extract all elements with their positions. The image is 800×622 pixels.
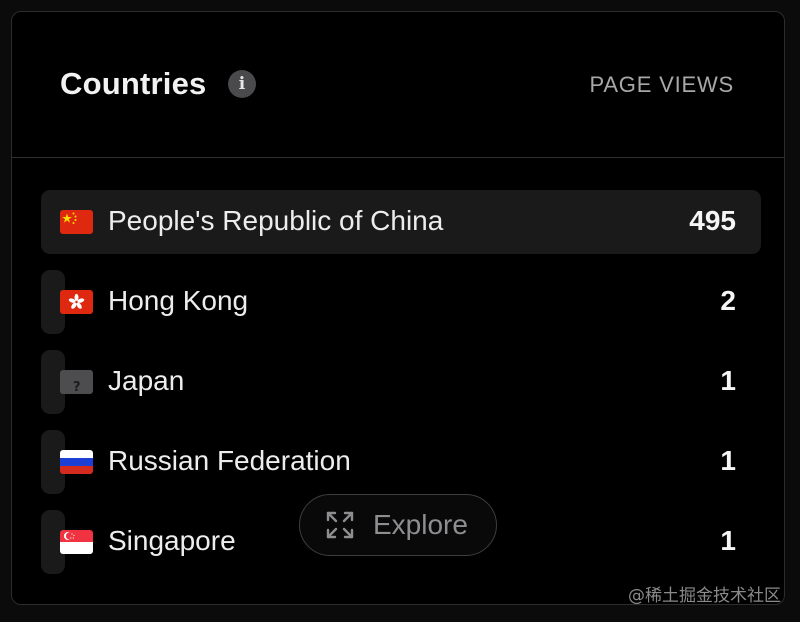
explore-button[interactable]: Explore bbox=[299, 494, 497, 556]
info-icon[interactable]: i bbox=[228, 70, 256, 98]
flag-hong-kong-icon bbox=[60, 290, 93, 314]
flag-singapore-icon bbox=[60, 530, 93, 554]
explore-label: Explore bbox=[373, 509, 468, 540]
page-view-count: 2 bbox=[720, 285, 736, 316]
page-view-count: 1 bbox=[720, 365, 736, 396]
page-view-count: 1 bbox=[720, 445, 736, 476]
country-row[interactable]: People's Republic of China 495 bbox=[41, 190, 761, 254]
country-name: Singapore bbox=[108, 525, 236, 556]
country-name: People's Republic of China bbox=[108, 205, 444, 236]
unknown-flag-icon: ? bbox=[60, 370, 93, 394]
svg-text:?: ? bbox=[73, 380, 81, 394]
country-row[interactable]: Hong Kong 2 bbox=[41, 270, 761, 334]
countries-card: Countries i PAGE VIEWS People's Republic… bbox=[11, 11, 785, 605]
country-name: Japan bbox=[108, 365, 185, 396]
watermark: @稀土掘金技术社区 bbox=[628, 586, 781, 606]
page-view-count: 495 bbox=[689, 205, 736, 236]
country-row[interactable]: ? Japan 1 bbox=[41, 350, 761, 414]
page-view-count: 1 bbox=[720, 525, 736, 556]
flag-china-icon bbox=[60, 210, 93, 234]
card-title: Countries bbox=[60, 66, 207, 101]
country-name: Russian Federation bbox=[108, 445, 351, 476]
flag-russia-icon bbox=[60, 450, 93, 474]
expand-icon bbox=[325, 510, 355, 540]
card-header: Countries i PAGE VIEWS bbox=[12, 12, 784, 158]
country-row[interactable]: Russian Federation 1 bbox=[41, 430, 761, 494]
country-name: Hong Kong bbox=[108, 285, 249, 316]
page-views-column-label: PAGE VIEWS bbox=[589, 72, 734, 97]
